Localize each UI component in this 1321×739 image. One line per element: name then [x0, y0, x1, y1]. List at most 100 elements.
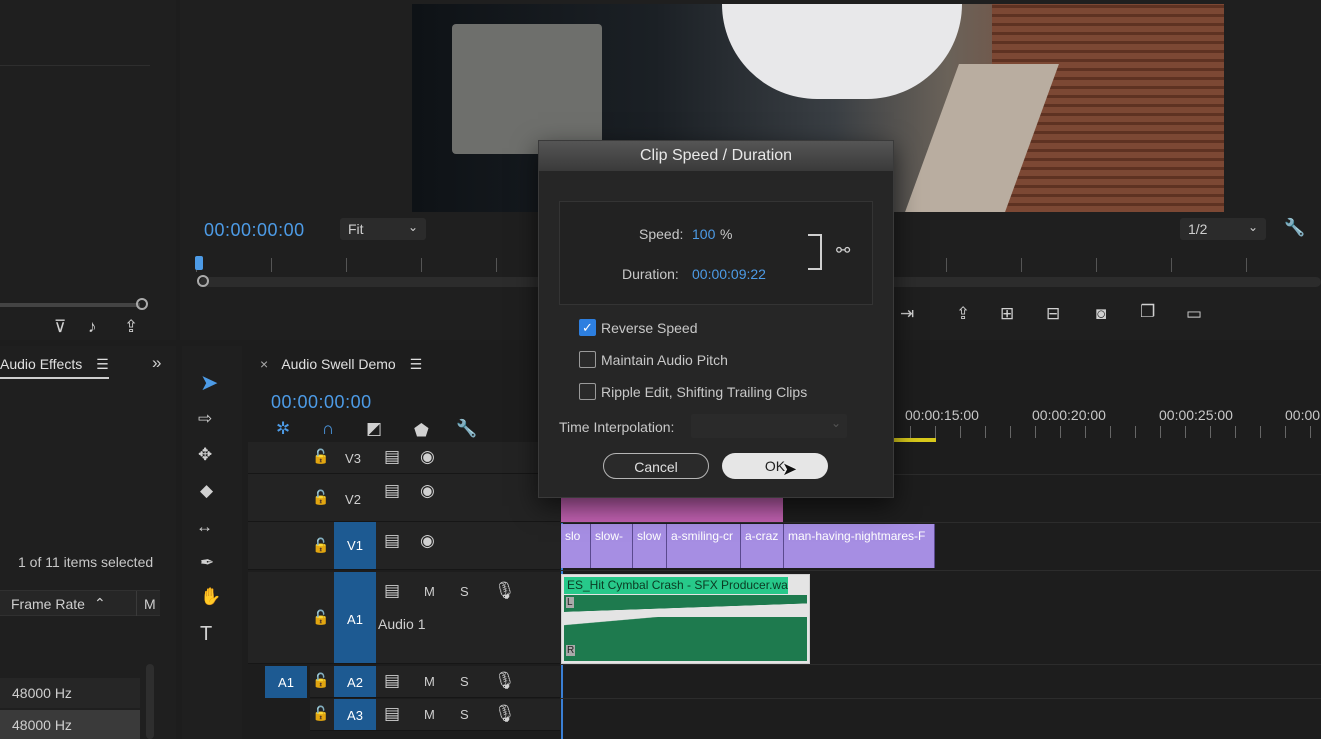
snap-magnet-icon[interactable]: ∩: [322, 420, 334, 437]
comparison-view-icon[interactable]: ❐: [1140, 303, 1155, 320]
ripple-edit-tool-icon[interactable]: ✥: [198, 446, 212, 463]
hamburger-menu-icon[interactable]: ☰: [96, 356, 109, 372]
add-marker-icon[interactable]: ⬟: [414, 422, 429, 439]
insert-icon[interactable]: ⊟: [1046, 305, 1060, 322]
track-select-tool-icon[interactable]: ⇨: [198, 410, 212, 427]
lock-icon[interactable]: 🔓: [312, 706, 329, 720]
sync-lock-icon[interactable]: ▤: [384, 672, 400, 689]
fit-dropdown[interactable]: Fit ⌄: [340, 218, 426, 240]
list-item[interactable]: 48000 Hz: [0, 710, 140, 739]
column-divider: [136, 591, 137, 617]
hand-tool-icon[interactable]: ✋: [200, 588, 221, 605]
track-label[interactable]: A1: [334, 572, 376, 663]
type-tool-icon[interactable]: T: [200, 624, 212, 644]
solo-button[interactable]: S: [460, 707, 469, 722]
mute-button[interactable]: M: [424, 707, 435, 722]
maintain-pitch-checkbox[interactable]: [579, 351, 596, 368]
close-icon[interactable]: ×: [260, 356, 268, 372]
slip-tool-icon[interactable]: ↔: [196, 518, 213, 535]
eye-icon[interactable]: ◉: [420, 448, 435, 465]
sync-lock-icon[interactable]: ▤: [384, 532, 400, 549]
eye-icon[interactable]: ◉: [420, 482, 435, 499]
go-to-out-icon[interactable]: ⇥: [900, 305, 914, 322]
reverse-speed-label: Reverse Speed: [601, 320, 698, 336]
lock-icon[interactable]: 🔓: [312, 538, 329, 552]
selection-tool-icon[interactable]: ➤: [200, 372, 218, 394]
export-icon[interactable]: ⇪: [124, 318, 138, 335]
track-label[interactable]: A2: [334, 666, 376, 697]
zoom-slider[interactable]: [0, 303, 140, 307]
microphone-icon[interactable]: 🎙: [494, 672, 516, 689]
ripple-edit-checkbox[interactable]: [579, 383, 596, 400]
sync-lock-icon[interactable]: ▤: [384, 582, 400, 599]
eye-icon[interactable]: ◉: [420, 532, 435, 549]
lift-icon[interactable]: ⇪: [956, 305, 970, 322]
camera-icon[interactable]: ◙: [1096, 305, 1106, 322]
list-scrollbar[interactable]: [146, 664, 154, 739]
microphone-icon[interactable]: 🎙: [494, 582, 516, 599]
track-v2: 🔓 V2 ▤ ◉: [248, 474, 560, 522]
resolution-dropdown[interactable]: 1/2 ⌄: [1180, 218, 1266, 240]
dialog-title-bar[interactable]: Clip Speed / Duration: [539, 141, 893, 171]
source-patch-a1[interactable]: A1: [265, 666, 307, 698]
program-playhead[interactable]: [195, 256, 203, 270]
timeline-settings-wrench-icon[interactable]: 🔧: [456, 420, 477, 437]
microphone-icon[interactable]: 🎙: [494, 705, 516, 722]
linked-selection-icon[interactable]: ◩: [366, 420, 382, 437]
video-clip[interactable]: man-having-nightmares-F: [784, 524, 935, 568]
captions-icon[interactable]: ▭: [1186, 305, 1202, 322]
column-m[interactable]: M: [144, 596, 156, 612]
v2-clip[interactable]: [561, 496, 783, 522]
video-clip[interactable]: slow-: [591, 524, 633, 568]
video-clip[interactable]: a-smiling-cr: [667, 524, 741, 568]
hamburger-menu-icon[interactable]: ☰: [410, 356, 423, 372]
chevron-down-icon: ⌄: [407, 220, 418, 234]
track-lane-divider: [560, 698, 1321, 699]
project-panel-bottom: ⊽ ♪ ⇪: [0, 0, 176, 340]
lock-icon[interactable]: 🔓: [312, 610, 329, 624]
video-clip[interactable]: slow: [633, 524, 667, 568]
timeline-timecode[interactable]: 00:00:00:00: [271, 392, 372, 413]
ok-button[interactable]: OK: [722, 453, 828, 479]
razor-tool-icon[interactable]: ◆: [200, 482, 213, 499]
chevron-up-icon[interactable]: ⌃: [94, 595, 106, 612]
video-clip[interactable]: a-craz: [741, 524, 784, 568]
cancel-button[interactable]: Cancel: [603, 453, 709, 479]
pen-tool-icon[interactable]: ✒: [200, 554, 214, 571]
speed-value[interactable]: 100: [692, 226, 715, 242]
sync-lock-icon[interactable]: ▤: [384, 448, 400, 465]
list-item[interactable]: 48000 Hz: [0, 678, 140, 708]
lock-icon[interactable]: 🔓: [312, 449, 329, 463]
chain-link-icon[interactable]: ⚯: [836, 242, 850, 259]
sync-lock-icon[interactable]: ▤: [384, 482, 400, 499]
solo-button[interactable]: S: [460, 674, 469, 689]
timeline-tab[interactable]: × Audio Swell Demo ☰: [260, 356, 422, 373]
program-timecode[interactable]: 00:00:00:00: [204, 220, 305, 241]
audio-effects-tab[interactable]: Audio Effects ☰: [0, 356, 109, 379]
panel-overflow-icon[interactable]: »: [152, 354, 161, 371]
track-label[interactable]: V1: [334, 522, 376, 569]
lock-icon[interactable]: 🔓: [312, 673, 329, 687]
time-interpolation-dropdown[interactable]: ⌄: [691, 414, 847, 438]
solo-button[interactable]: S: [460, 584, 469, 599]
lock-icon[interactable]: 🔓: [312, 490, 329, 504]
wrench-icon[interactable]: 🔧: [1284, 219, 1305, 236]
track-v3: 🔓 V3 ▤ ◉: [248, 442, 560, 474]
zoom-handle-icon[interactable]: [197, 275, 209, 287]
duration-value[interactable]: 00:00:09:22: [692, 266, 766, 282]
filter-icon[interactable]: ⊽: [54, 318, 66, 335]
zoom-slider-handle-icon[interactable]: [136, 298, 148, 310]
music-note-icon[interactable]: ♪: [88, 318, 97, 335]
column-frame-rate[interactable]: Frame Rate: [11, 596, 85, 612]
ruler-label: 00:00:25:00: [1159, 407, 1233, 423]
track-a2: 🔓 A2 ▤ M S 🎙: [310, 666, 560, 698]
mute-button[interactable]: M: [424, 674, 435, 689]
extract-icon[interactable]: ⊞: [1000, 305, 1014, 322]
sync-lock-icon[interactable]: ▤: [384, 705, 400, 722]
video-clip[interactable]: slo: [561, 524, 591, 568]
track-label[interactable]: A3: [334, 699, 376, 730]
nest-icon[interactable]: ✲: [276, 420, 290, 437]
audio-clip[interactable]: ES_Hit Cymbal Crash - SFX Producer.wav L…: [561, 574, 810, 664]
mute-button[interactable]: M: [424, 584, 435, 599]
reverse-speed-checkbox[interactable]: ✓: [579, 319, 596, 336]
